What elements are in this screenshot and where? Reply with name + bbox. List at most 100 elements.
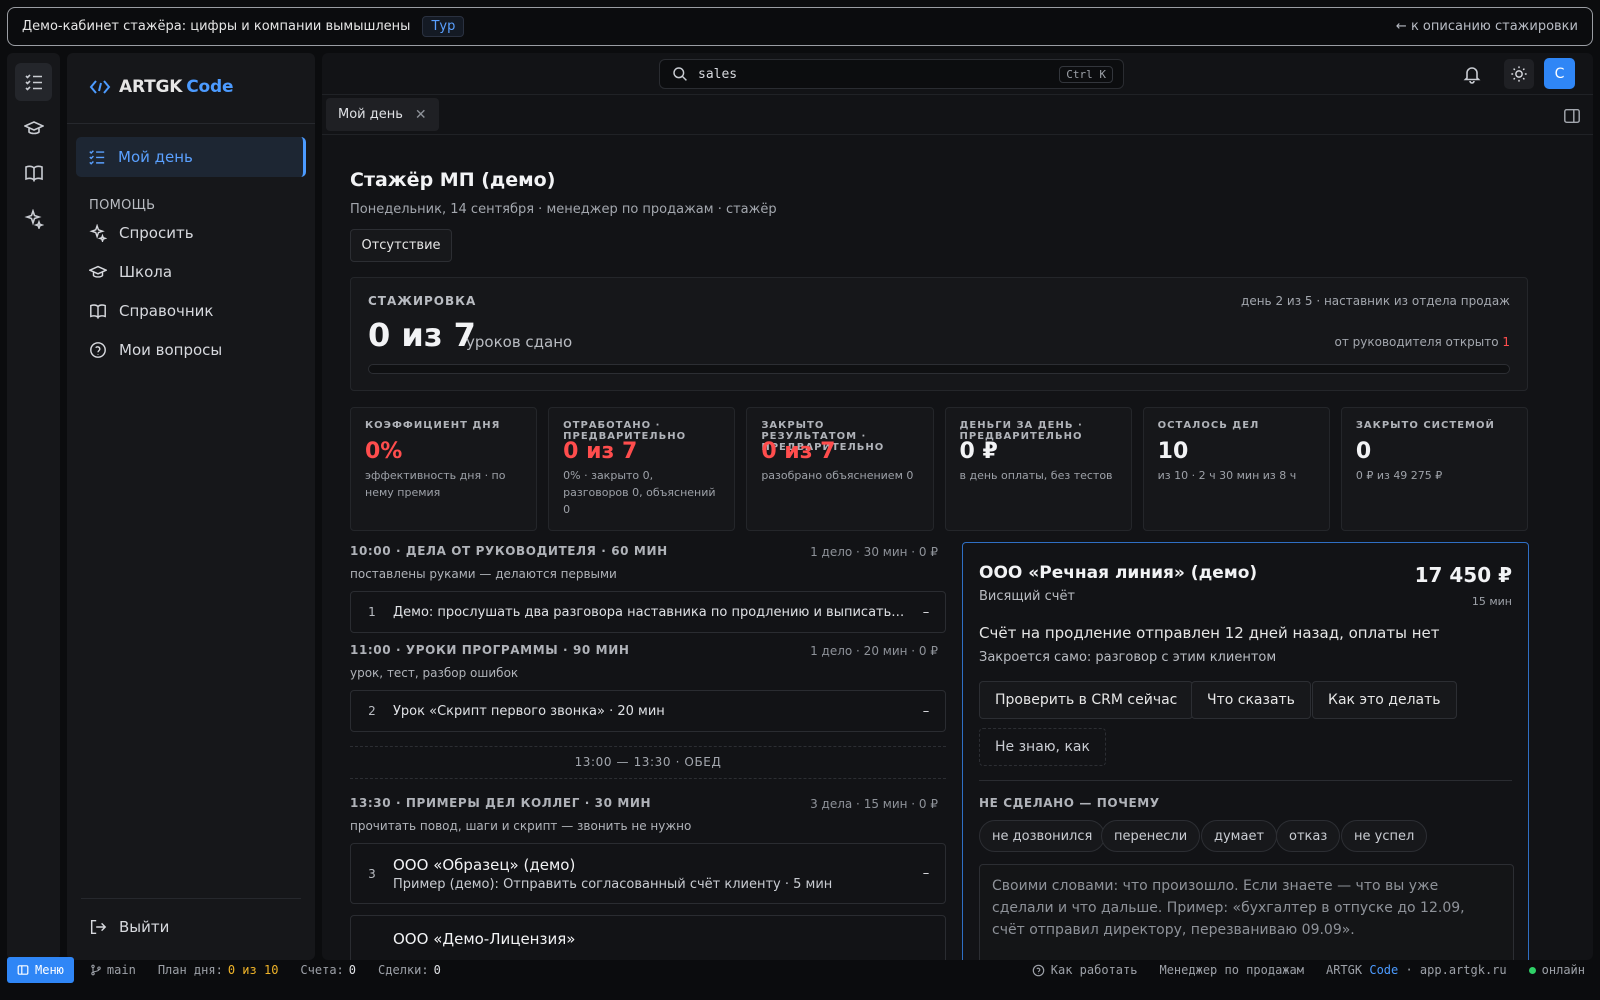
- panel-icon: [17, 965, 29, 975]
- check-crm-button[interactable]: Проверить в CRM сейчас: [979, 681, 1194, 719]
- reason-chip[interactable]: перенесли: [1101, 820, 1201, 852]
- card-divider: [979, 780, 1512, 781]
- sidebar-item-school[interactable]: Школа: [89, 263, 172, 281]
- sidebar-item-label: Школа: [119, 263, 173, 281]
- invoices-indicator: Счета: 0: [300, 963, 356, 977]
- reason-chip[interactable]: не дозвонился: [979, 820, 1106, 852]
- internship-value-sub: уроков сдано: [466, 333, 573, 351]
- reason-chip[interactable]: отказ: [1276, 820, 1341, 852]
- stat-money-day: ДЕНЬГИ ЗА ДЕНЬ · ПРЕДВАРИТЕЛЬНО 0 ₽ в де…: [944, 407, 1132, 531]
- avatar[interactable]: С: [1544, 58, 1575, 89]
- stat-desc: в день оплаты, без тестов: [959, 469, 1113, 482]
- online-label: онлайн: [1541, 963, 1585, 977]
- focused-task-card: ООО «Речная линия» (демо) Висящий счёт 1…: [962, 542, 1529, 960]
- lunch-divider: [350, 778, 946, 779]
- logout-label: Выйти: [119, 918, 170, 936]
- tab-row: Мой день ✕: [322, 95, 1593, 135]
- split-view-button[interactable]: [1563, 107, 1581, 125]
- not-done-heading: НЕ СДЕЛАНО — ПОЧЕМУ: [979, 796, 1160, 810]
- status-right: Как работать Менеджер по продажам ARTGK …: [1032, 963, 1593, 977]
- icon-rail: [7, 53, 60, 960]
- stat-desc: 0 ₽ из 49 275 ₽: [1355, 469, 1443, 482]
- how-to-work-link[interactable]: Как работать: [1032, 963, 1137, 977]
- stats-row: КОЭФФИЦИЕНТ ДНЯ 0% эффективность дня · п…: [350, 407, 1528, 531]
- stat-value: 0 из 7: [563, 439, 638, 464]
- sidebar-help-header: ПОМОЩЬ: [89, 198, 156, 213]
- reason-textarea[interactable]: Своими словами: что произошло. Если знае…: [979, 864, 1514, 960]
- sidebar-item-my-questions[interactable]: Мои вопросы: [89, 341, 222, 359]
- menu-label: Меню: [35, 963, 64, 977]
- dont-know-button[interactable]: Не знаю, как: [979, 728, 1106, 766]
- sidebar-item-label: Мои вопросы: [119, 341, 223, 359]
- task-body: ООО «Образец» (демо) Пример (демо): Отпр…: [393, 856, 907, 892]
- brand-name: ARTGK: [119, 77, 183, 97]
- reason-chip[interactable]: думает: [1201, 820, 1278, 852]
- logout-button[interactable]: Выйти: [89, 918, 169, 936]
- stat-closed-result: ЗАКРЫТО РЕЗУЛЬТАТОМ · ПРЕДВАРИТЕЛЬНО 0 и…: [746, 407, 934, 531]
- internship-open-info: от руководителя открыто 1: [1334, 335, 1510, 349]
- plan-value: 0 из 10: [227, 963, 279, 977]
- stat-desc: из 10 · 2 ч 30 мин из 8 ч: [1157, 469, 1297, 482]
- close-icon[interactable]: ✕: [415, 107, 427, 123]
- rail-reference-button[interactable]: [15, 154, 52, 192]
- online-dot-icon: [1528, 966, 1536, 974]
- collapse-icon[interactable]: –: [907, 866, 945, 881]
- section-heading: 11:00 · УРОКИ ПРОГРАММЫ · 90 МИН: [350, 643, 630, 657]
- tab-my-day[interactable]: Мой день ✕: [326, 98, 439, 131]
- sidebar-item-label: Спросить: [119, 224, 194, 242]
- code-brackets-icon: [89, 80, 111, 94]
- invoices-label: Счета:: [300, 963, 344, 977]
- rail-school-button[interactable]: [15, 109, 52, 147]
- notifications-button[interactable]: [1462, 64, 1482, 84]
- brand-suffix: Code: [186, 77, 234, 97]
- footer-brand: ARTGK: [1325, 963, 1363, 977]
- stat-value: 0: [1355, 439, 1372, 464]
- task-row[interactable]: 3 ООО «Образец» (демо) Пример (демо): От…: [350, 843, 946, 904]
- section-sub: урок, тест, разбор ошибок: [350, 666, 519, 680]
- sidebar-item-ask[interactable]: Спросить: [89, 224, 194, 242]
- sidebar-item-label: Справочник: [119, 302, 214, 320]
- sparkle-icon: [23, 209, 44, 229]
- lunch-label: 13:00 — 13:30 · ОБЕД: [574, 755, 722, 769]
- top-bar: sales Ctrl K С: [322, 53, 1593, 95]
- stat-value: 10: [1157, 439, 1189, 464]
- stat-value: 0 ₽: [959, 439, 998, 464]
- graduation-cap-icon: [89, 265, 107, 278]
- search-icon: [673, 67, 687, 81]
- card-close-condition: Закроется само: разговор с этим клиентом: [979, 650, 1277, 665]
- task-company: ООО «Демо-Лицензия»: [393, 930, 576, 948]
- search-shortcut: Ctrl K: [1059, 65, 1113, 83]
- open-count: 1: [1502, 335, 1510, 349]
- stat-value: 0%: [365, 439, 403, 464]
- absence-button[interactable]: Отсутствие: [350, 229, 452, 262]
- page-title: Стажёр МП (демо): [350, 169, 556, 191]
- tour-button[interactable]: Тур: [422, 16, 465, 37]
- task-row[interactable]: 2 Урок «Скрипт первого звонка» · 20 мин …: [350, 690, 946, 732]
- sidebar-item-reference[interactable]: Справочник: [89, 302, 214, 320]
- back-to-description-link[interactable]: ← к описанию стажировки: [1396, 19, 1578, 34]
- collapse-icon[interactable]: –: [907, 704, 945, 719]
- section-meta: 3 дела · 15 мин · 0 ₽: [810, 797, 938, 811]
- card-title: ООО «Речная линия» (демо): [979, 563, 1258, 583]
- internship-day-info: день 2 из 5 · наставник из отдела продаж: [1241, 294, 1510, 308]
- lunch-divider: [350, 746, 946, 747]
- task-number: 3: [368, 866, 376, 881]
- card-description: Счёт на продление отправлен 12 дней наза…: [979, 624, 1440, 642]
- deals-value: 0: [433, 963, 441, 977]
- what-to-say-button[interactable]: Что сказать: [1191, 681, 1311, 719]
- rail-my-day-button[interactable]: [15, 63, 52, 101]
- menu-button[interactable]: Меню: [7, 957, 74, 983]
- open-label: от руководителя открыто: [1334, 335, 1499, 349]
- collapse-icon[interactable]: –: [907, 605, 945, 620]
- task-row[interactable]: 1 Демо: прослушать два разговора наставн…: [350, 591, 946, 633]
- page-content: Стажёр МП (демо) Понедельник, 14 сентябр…: [350, 135, 1540, 960]
- reason-chip[interactable]: не успел: [1341, 820, 1428, 852]
- rail-ask-button[interactable]: [15, 200, 52, 238]
- brand-logo[interactable]: ARTGK Code: [89, 77, 233, 97]
- search-input[interactable]: sales Ctrl K: [659, 59, 1124, 89]
- how-to-do-button[interactable]: Как это делать: [1312, 681, 1457, 719]
- footer-brand-code: Code: [1369, 963, 1399, 977]
- sidebar-item-my-day[interactable]: Мой день: [76, 137, 306, 177]
- section-sub: поставлены руками — делаются первыми: [350, 567, 617, 581]
- theme-toggle-button[interactable]: [1504, 59, 1534, 89]
